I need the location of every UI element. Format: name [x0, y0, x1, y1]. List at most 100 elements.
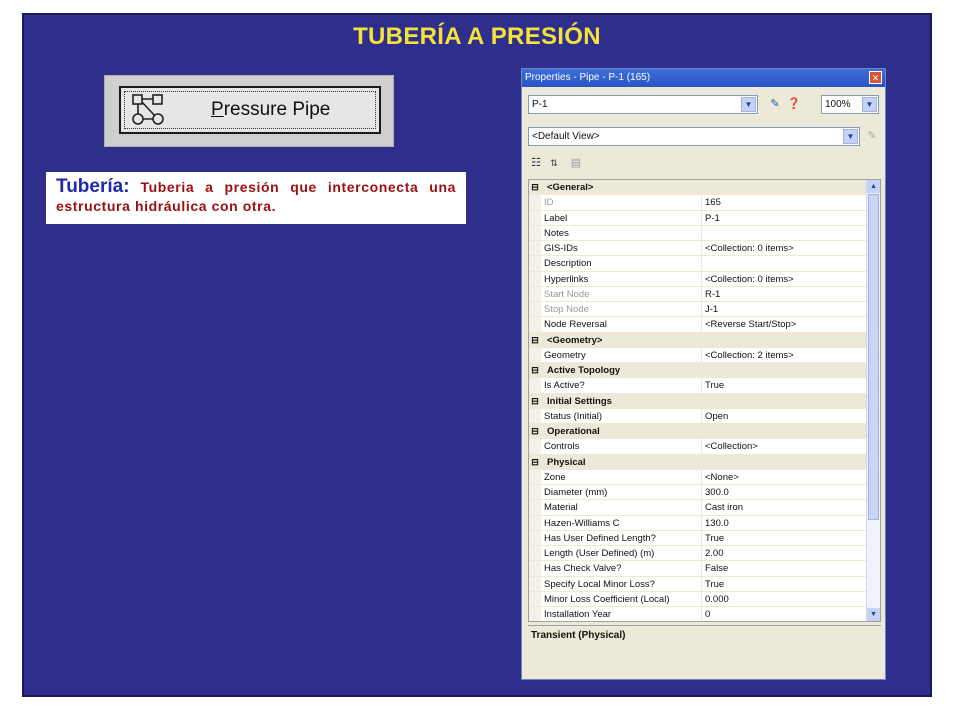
property-row[interactable]: Hazen-Williams C 130.0	[529, 515, 880, 531]
row-gutter	[529, 576, 541, 591]
property-row[interactable]: Zone <None>	[529, 469, 880, 485]
property-key: Material	[541, 500, 702, 515]
slide: TUBERÍA A PRESIÓN Pressure Pipe Tubería:…	[22, 13, 932, 697]
property-row[interactable]: Hyperlinks <Collection: 0 items>	[529, 271, 880, 287]
sort-az-icon[interactable]: ⇅	[546, 155, 562, 172]
row-gutter	[529, 195, 541, 210]
property-value[interactable]: 300.0	[702, 485, 880, 499]
close-icon[interactable]: ✕	[869, 71, 882, 84]
chevron-down-icon[interactable]: ▼	[862, 97, 877, 112]
category-header[interactable]: ⊟ <Geometry>	[529, 332, 880, 348]
category-header[interactable]: ⊟ Operational	[529, 424, 880, 440]
description-box: Tubería: Tuberia a presión que intercone…	[46, 172, 466, 224]
help-icon[interactable]: ❓	[786, 96, 802, 113]
property-row[interactable]: Has User Defined Length? True	[529, 530, 880, 546]
property-value[interactable]: 0	[702, 607, 880, 621]
scroll-up-icon[interactable]: ▲	[867, 180, 880, 193]
property-row[interactable]: GIS-IDs <Collection: 0 items>	[529, 241, 880, 257]
property-value[interactable]: <None>	[702, 470, 880, 484]
property-row[interactable]: Label P-1	[529, 210, 880, 226]
chevron-down-icon[interactable]: ▼	[741, 97, 756, 112]
property-row[interactable]: Controls <Collection>	[529, 439, 880, 455]
property-value[interactable]: 0.000	[702, 592, 880, 606]
property-row[interactable]: ID 165	[529, 195, 880, 211]
property-key: Description	[541, 256, 702, 271]
property-row[interactable]: Notes	[529, 225, 880, 241]
pressure-pipe-label: Pressure Pipe	[211, 99, 331, 120]
view-select[interactable]: <Default View> ▼	[528, 127, 860, 146]
property-value[interactable]: <Collection: 0 items>	[702, 272, 880, 286]
wrench-icon[interactable]: ✎	[766, 96, 784, 113]
row-gutter	[529, 546, 541, 561]
property-value[interactable]	[702, 256, 880, 270]
property-value[interactable]: 165	[702, 195, 880, 209]
category-header[interactable]: ⊟ Active Topology	[529, 363, 880, 379]
property-value[interactable]: True	[702, 531, 880, 545]
property-row[interactable]: Geometry <Collection: 2 items>	[529, 347, 880, 363]
property-value[interactable]: 130.0	[702, 516, 880, 530]
zoom-select[interactable]: 100% ▼	[821, 95, 879, 114]
collapse-icon[interactable]: ⊟	[529, 424, 541, 439]
pipe-network-icon	[132, 94, 164, 125]
collapse-icon[interactable]: ⊟	[529, 333, 541, 348]
property-row[interactable]: Material Cast iron	[529, 500, 880, 516]
property-row[interactable]: Specify Local Minor Loss? True	[529, 576, 880, 592]
property-key: GIS-IDs	[541, 241, 702, 256]
property-value[interactable]: Cast iron	[702, 500, 880, 514]
property-value[interactable]: <Collection: 0 items>	[702, 241, 880, 255]
row-gutter	[529, 241, 541, 256]
element-select[interactable]: P-1 ▼	[528, 95, 758, 114]
view-select-value: <Default View>	[532, 131, 600, 142]
collapse-icon[interactable]: ⊟	[529, 455, 541, 470]
property-value[interactable]: J-1	[702, 302, 880, 316]
scroll-down-icon[interactable]: ▼	[867, 608, 880, 621]
pressure-pipe-button[interactable]: Pressure Pipe	[119, 86, 381, 134]
row-gutter	[529, 469, 541, 484]
property-row[interactable]: Node Reversal <Reverse Start/Stop>	[529, 317, 880, 333]
category-header[interactable]: ⊟ <General>	[529, 180, 880, 196]
property-value[interactable]: True	[702, 577, 880, 591]
property-value[interactable]: Open	[702, 409, 880, 423]
vertical-scrollbar[interactable]: ▲ ▼	[866, 180, 880, 621]
categorized-icon[interactable]: ☷	[528, 155, 544, 172]
property-key: Label	[541, 210, 702, 225]
property-value[interactable]: <Collection: 2 items>	[702, 348, 880, 362]
property-row[interactable]: Description	[529, 256, 880, 272]
property-grid: ⊟ <General> ID 165 Label P-1 Notes GIS-IDs <Coll…	[528, 179, 881, 622]
property-key: Minor Loss Coefficient (Local)	[541, 591, 702, 606]
property-value[interactable]: R-1	[702, 287, 880, 301]
category-header[interactable]: ⊟ Physical	[529, 454, 880, 470]
property-key: Has User Defined Length?	[541, 530, 702, 545]
property-row[interactable]: Minor Loss Coefficient (Local) 0.000	[529, 591, 880, 607]
property-value[interactable]: True	[702, 378, 880, 392]
row-gutter	[529, 607, 541, 621]
category-header[interactable]: ⊟ Initial Settings	[529, 393, 880, 409]
property-pages-icon[interactable]: ▤	[568, 155, 584, 172]
property-row[interactable]: Length (User Defined) (m) 2.00	[529, 546, 880, 562]
property-value[interactable]: <Collection>	[702, 439, 880, 453]
property-value[interactable]: 2.00	[702, 546, 880, 560]
property-value[interactable]	[702, 226, 880, 240]
property-row[interactable]: Has Check Valve? False	[529, 561, 880, 577]
row-gutter	[529, 302, 541, 317]
chevron-down-icon[interactable]: ▼	[843, 129, 858, 144]
property-row[interactable]: Is Active? True	[529, 378, 880, 394]
property-value[interactable]: False	[702, 561, 880, 575]
property-value[interactable]: P-1	[702, 211, 880, 225]
scroll-thumb[interactable]	[868, 194, 879, 520]
property-key: Hyperlinks	[541, 271, 702, 286]
property-key: Length (User Defined) (m)	[541, 546, 702, 561]
collapse-icon[interactable]: ⊟	[529, 394, 541, 409]
desc-term: Tubería:	[56, 176, 130, 197]
edit-icon[interactable]: ✎	[864, 128, 880, 145]
property-row[interactable]: Installation Year 0	[529, 607, 880, 621]
collapse-icon[interactable]: ⊟	[529, 180, 541, 195]
property-row[interactable]: Start Node R-1	[529, 286, 880, 302]
collapse-icon[interactable]: ⊟	[529, 363, 541, 378]
property-row[interactable]: Status (Initial) Open	[529, 408, 880, 424]
property-value[interactable]: <Reverse Start/Stop>	[702, 317, 880, 331]
property-row[interactable]: Stop Node J-1	[529, 302, 880, 318]
property-row[interactable]: Diameter (mm) 300.0	[529, 485, 880, 501]
property-key: Installation Year	[541, 607, 702, 621]
row-gutter	[529, 286, 541, 301]
